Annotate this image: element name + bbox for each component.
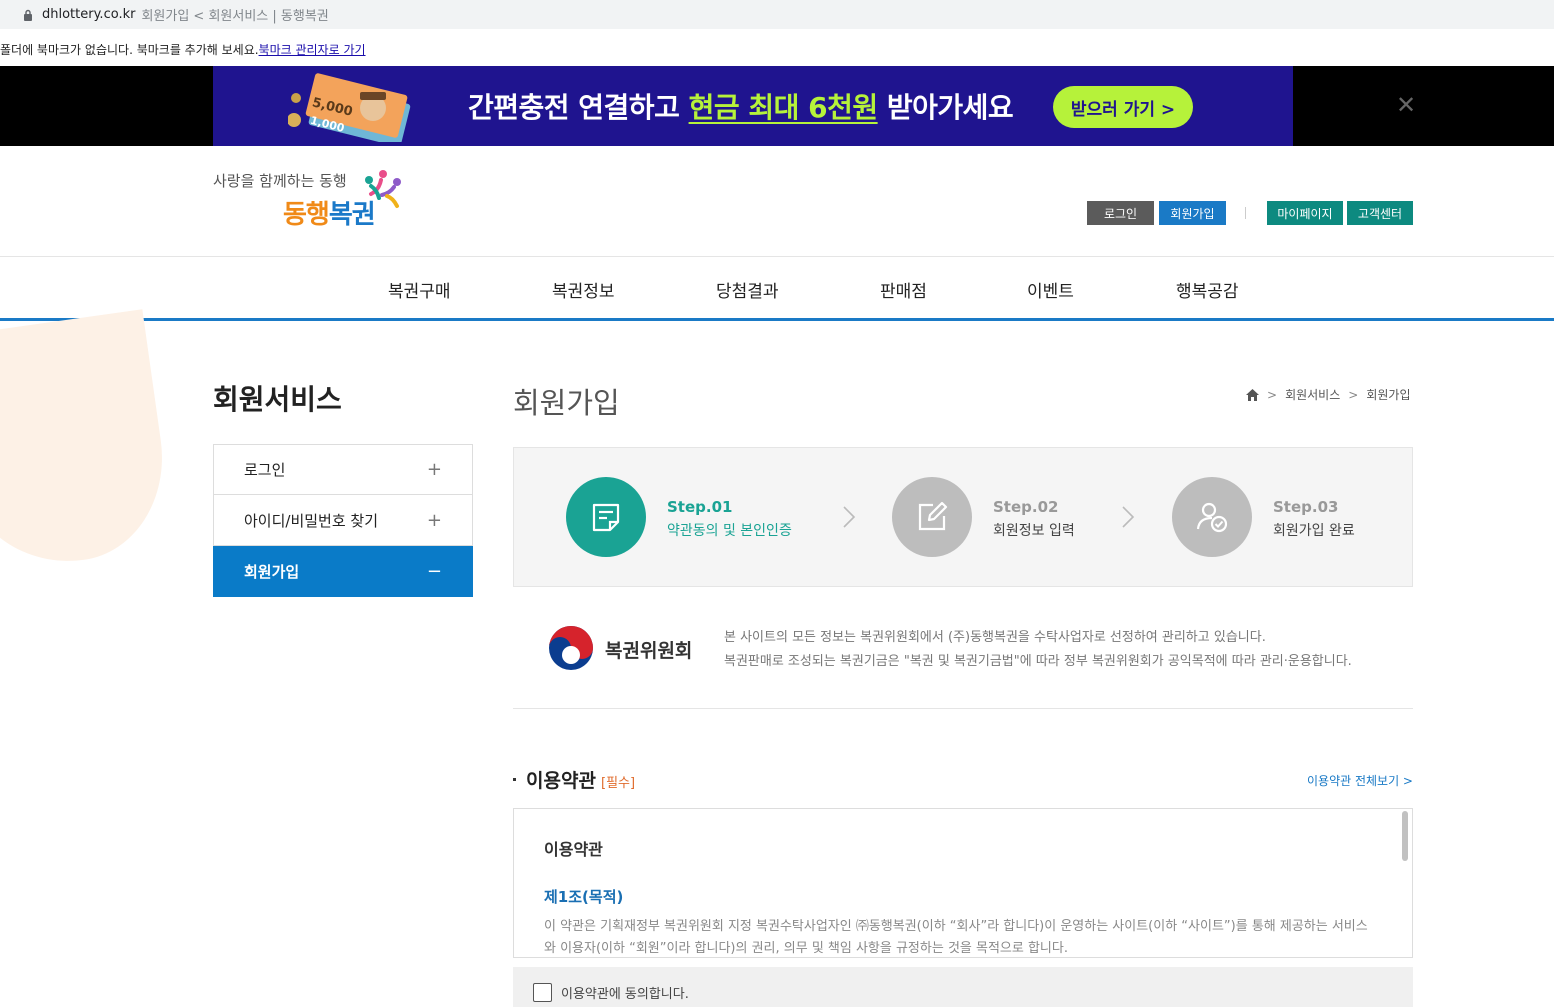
step-1-desc: 약관동의 및 본인인증 (667, 523, 792, 539)
customer-center-button[interactable]: 고객센터 (1347, 201, 1413, 225)
document-icon (592, 503, 620, 532)
page-title: 회원가입 (513, 386, 620, 420)
terms-box-title: 이용약관 (544, 840, 603, 859)
logo-people-icon (365, 170, 401, 208)
plus-icon: + (426, 459, 442, 480)
side-menu-item-login[interactable]: 로그인 + (213, 444, 473, 495)
lock-icon (24, 9, 32, 21)
commission-description: 본 사이트의 모든 정보는 복권위원회에서 (주)동행복권을 수탁사업자로 선정… (724, 626, 1352, 674)
step-2-circle (892, 477, 972, 557)
nav-events[interactable]: 이벤트 (1027, 277, 1074, 302)
taegeuk-emblem-icon (549, 626, 593, 670)
decorative-shape (0, 309, 176, 575)
plus-icon: + (426, 509, 442, 531)
breadcrumb-item: 회원가입 (1366, 388, 1411, 402)
step-1-circle (566, 477, 646, 557)
chevron-right-icon: > (1348, 387, 1359, 402)
site-header: 사랑을 함께하는 동행 동행복권 로그인 회원가입 마이페이지 고객센터 (0, 146, 1554, 256)
nav-stores[interactable]: 판매점 (880, 277, 927, 302)
login-button[interactable]: 로그인 (1087, 201, 1154, 225)
edit-icon (918, 501, 948, 531)
home-icon[interactable] (1246, 388, 1259, 401)
lottery-commission-notice: 복권위원회 본 사이트의 모든 정보는 복권위원회에서 (주)동행복권을 수탁사… (513, 600, 1413, 709)
nav-lottery-info[interactable]: 복권정보 (552, 277, 615, 302)
commission-name: 복권위원회 (605, 640, 693, 662)
join-button[interactable]: 회원가입 (1159, 201, 1226, 225)
bullet-dot (513, 778, 516, 781)
ad-close-icon[interactable]: ✕ (1395, 93, 1417, 117)
side-menu-item-find-id[interactable]: 아이디/비밀번호 찾기 + (213, 495, 473, 546)
side-menu-label: 회원가입 (244, 562, 300, 581)
utility-divider (1245, 207, 1246, 219)
ad-text-highlight: 현금 최대 6천원 (688, 91, 879, 124)
bookmark-empty-message: 폴더에 북마크가 없습니다. 북마크를 추가해 보세요. (0, 43, 259, 57)
chevron-right-icon (843, 506, 856, 528)
terms-content-box[interactable]: 이용약관 제1조(목적) 이 약관은 기획재정부 복권위원회 지정 복권수탁사업… (513, 808, 1413, 958)
step-2-desc: 회원정보 입력 (993, 523, 1075, 539)
nav-lottery-buy[interactable]: 복권구매 (388, 277, 451, 302)
ad-cta-button[interactable]: 받으러 가기 > (1053, 86, 1193, 128)
chevron-right-icon: > (1267, 387, 1278, 402)
terms-agree-row: 이용약관에 동의합니다. (513, 967, 1413, 1007)
terms-scrollbar[interactable] (1402, 811, 1408, 861)
commission-line-1: 본 사이트의 모든 정보는 복권위원회에서 (주)동행복권을 수탁사업자로 선정… (724, 630, 1266, 645)
signup-steps: Step.01 약관동의 및 본인인증 Step.02 회원정보 입력 Step… (513, 447, 1413, 587)
browser-address-bar[interactable]: dhlottery.co.kr 회원가입 < 회원서비스 | 동행복권 (0, 0, 1554, 29)
side-menu-label: 아이디/비밀번호 찾기 (244, 511, 379, 530)
view-all-terms-link[interactable]: 이용약관 전체보기 > (1307, 772, 1413, 789)
tab-title: 회원가입 < 회원서비스 | 동행복권 (141, 9, 329, 24)
lnb-title: 회원서비스 (213, 383, 342, 416)
side-menu-item-join[interactable]: 회원가입 − (213, 546, 473, 597)
breadcrumb-item[interactable]: 회원서비스 (1285, 386, 1340, 403)
ad-text-after: 받아가세요 (877, 91, 1014, 124)
minus-icon: − (426, 560, 442, 582)
side-menu-label: 로그인 (244, 461, 286, 479)
nav-winning-results[interactable]: 당첨결과 (716, 277, 779, 302)
bookmark-bar: 폴더에 북마크가 없습니다. 북마크를 추가해 보세요.북마크 관리자로 가기 (0, 29, 1554, 66)
logo-text-part1: 동행 (283, 200, 330, 230)
nav-happiness[interactable]: 행복공감 (1176, 277, 1239, 302)
ad-banner[interactable]: 5,000 1,000 간편충전 연결하고 현금 최대 6천원 받아가세요 받으… (213, 66, 1293, 146)
terms-article-body: 이 약관은 기획재정부 복권위원회 지정 복권수탁사업자인 ㈜동행복권(이하 “… (544, 919, 1368, 956)
required-badge: [필수] (601, 776, 636, 791)
step-3-number: Step.03 (1273, 498, 1339, 516)
ad-headline: 간편충전 연결하고 현금 최대 6천원 받아가세요 (468, 86, 1014, 126)
site-logo[interactable]: 사랑을 함께하는 동행 동행복권 (213, 168, 413, 238)
ad-strip: 5,000 1,000 간편충전 연결하고 현금 최대 6천원 받아가세요 받으… (0, 66, 1554, 146)
ad-text-before: 간편충전 연결하고 (468, 91, 689, 124)
money-bills-icon: 5,000 1,000 (288, 73, 411, 142)
terms-article-title: 제1조(목적) (544, 888, 624, 906)
step-2-number: Step.02 (993, 498, 1059, 516)
terms-section-header: 이용약관 [필수] 이용약관 전체보기 > (513, 766, 1413, 796)
mypage-button[interactable]: 마이페이지 (1267, 201, 1343, 225)
step-3-desc: 회원가입 완료 (1273, 523, 1355, 539)
breadcrumb: > 회원서비스 > 회원가입 (1246, 386, 1411, 403)
url-domain: dhlottery.co.kr (42, 7, 136, 22)
main-navigation: 복권구매 복권정보 당첨결과 판매점 이벤트 행복공감 (0, 256, 1554, 321)
step-3-circle (1172, 477, 1252, 557)
user-check-icon (1196, 502, 1228, 533)
chevron-right-icon (1122, 506, 1135, 528)
step-1-number: Step.01 (667, 498, 733, 516)
terms-section-title: 이용약관 (526, 770, 596, 792)
bookmark-manager-link[interactable]: 북마크 관리자로 가기 (259, 43, 366, 57)
side-menu: 로그인 + 아이디/비밀번호 찾기 + 회원가입 − (213, 444, 473, 597)
logo-slogan: 사랑을 함께하는 동행 (213, 172, 347, 190)
commission-line-2: 복권판매로 조성되는 복권기금은 "복권 및 복권기금법"에 따라 정부 복권위… (724, 654, 1352, 669)
